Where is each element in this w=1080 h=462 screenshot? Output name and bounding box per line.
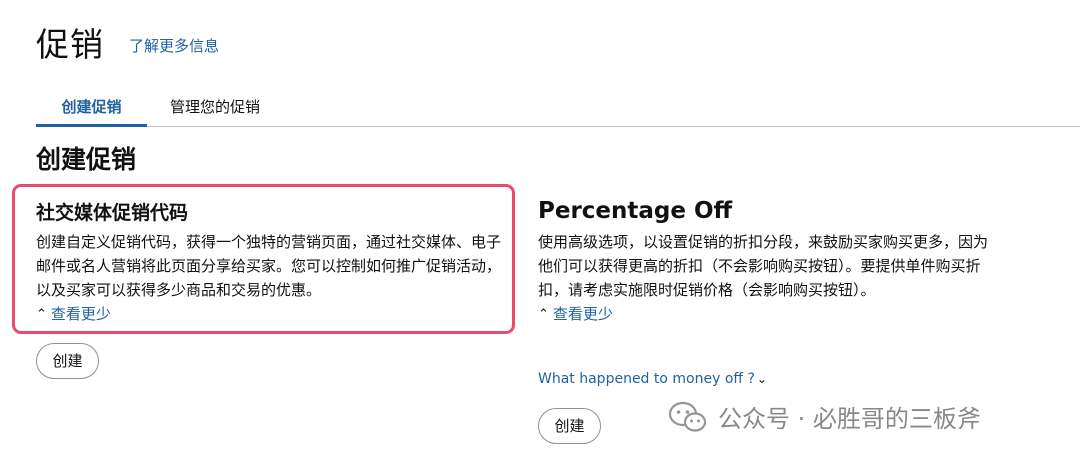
- wechat-icon: [668, 400, 708, 434]
- see-less-label: 查看更少: [552, 304, 613, 323]
- chevron-up-icon: ⌃: [538, 306, 549, 322]
- tab-create-promotion[interactable]: 创建促销: [36, 88, 147, 127]
- tab-manage-promotions[interactable]: 管理您的促销: [170, 88, 260, 127]
- section-heading: 创建促销: [36, 145, 137, 174]
- tab-bar: 创建促销 管理您的促销: [36, 88, 1080, 127]
- card-title: Percentage Off: [538, 198, 733, 224]
- money-off-link[interactable]: What happened to money off ? ⌄: [538, 371, 767, 387]
- learn-more-link[interactable]: 了解更多信息: [129, 35, 219, 56]
- percentage-off-card: Percentage Off 使用高级选项，以设置促销的折扣分段，来鼓励买家购买…: [538, 198, 1008, 324]
- chevron-down-icon: ⌄: [756, 372, 767, 386]
- create-percentage-off-button[interactable]: 创建: [538, 408, 601, 444]
- see-less-link[interactable]: ⌃ 查看更少: [538, 302, 1008, 324]
- chevron-up-icon: ⌃: [36, 306, 47, 322]
- watermark-text: 公众号 · 必胜哥的三板斧: [718, 405, 981, 433]
- social-media-promo-card: 社交媒体促销代码 创建自定义促销代码，获得一个独特的营销页面，通过社交媒体、电子…: [36, 198, 506, 324]
- card-description: 创建自定义促销代码，获得一个独特的营销页面，通过社交媒体、电子邮件或名人营销将此…: [36, 233, 502, 299]
- create-social-promo-button[interactable]: 创建: [36, 343, 99, 379]
- money-off-label: What happened to money off ?: [538, 371, 755, 387]
- card-title: 社交媒体促销代码: [36, 202, 189, 224]
- card-description: 使用高级选项，以设置促销的折扣分段，来鼓励买家购买更多，因为他们可以获得更高的折…: [538, 233, 989, 299]
- page-title: 促销: [36, 25, 104, 64]
- watermark: 公众号 · 必胜哥的三板斧: [668, 399, 981, 434]
- see-less-label: 查看更少: [50, 304, 111, 323]
- see-less-link[interactable]: ⌃ 查看更少: [36, 302, 506, 324]
